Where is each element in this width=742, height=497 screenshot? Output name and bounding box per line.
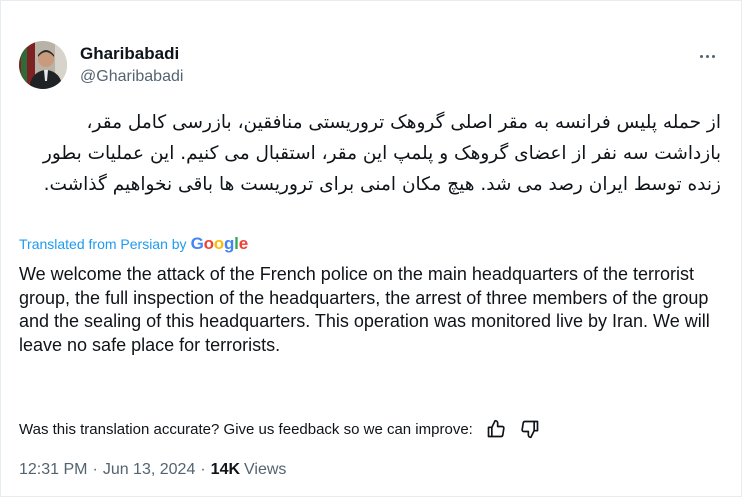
tweet-original-text: از حمله پلیس فرانسه به مقر اصلی گروهک تر… xyxy=(42,112,721,195)
tweet-card: Gharibabadi @Gharibabadi از حمله پلیس فر… xyxy=(0,0,742,497)
translation-attribution[interactable]: Translated from Persian by Google xyxy=(19,234,248,254)
google-logo: Google xyxy=(190,234,249,253)
feedback-prompt: Was this translation accurate? Give us f… xyxy=(19,420,473,438)
translated-label: Translated from Persian by xyxy=(19,236,187,252)
tweet-header: Gharibabadi @Gharibabadi xyxy=(19,41,723,93)
display-name[interactable]: Gharibabadi xyxy=(80,43,183,65)
thumbs-down-icon[interactable] xyxy=(519,418,541,440)
meta-separator: · xyxy=(92,461,98,478)
views-count[interactable]: 14K xyxy=(211,461,240,479)
more-icon[interactable] xyxy=(695,47,719,65)
user-names: Gharibabadi @Gharibabadi xyxy=(80,43,183,88)
translation-feedback: Was this translation accurate? Give us f… xyxy=(19,418,541,440)
avatar-image xyxy=(19,41,67,89)
tweet-date[interactable]: Jun 13, 2024 xyxy=(103,461,196,479)
user-handle[interactable]: @Gharibabadi xyxy=(80,66,183,88)
meta-separator: · xyxy=(200,461,206,478)
thumbs-up-icon[interactable] xyxy=(485,418,507,440)
views-label: Views xyxy=(244,461,287,478)
tweet-meta: 12:31 PM · Jun 13, 2024 · 14K Views xyxy=(19,459,286,481)
tweet-time[interactable]: 12:31 PM xyxy=(19,461,87,479)
tweet-translated-text: We welcome the attack of the French poli… xyxy=(19,264,710,355)
avatar[interactable] xyxy=(19,41,67,89)
